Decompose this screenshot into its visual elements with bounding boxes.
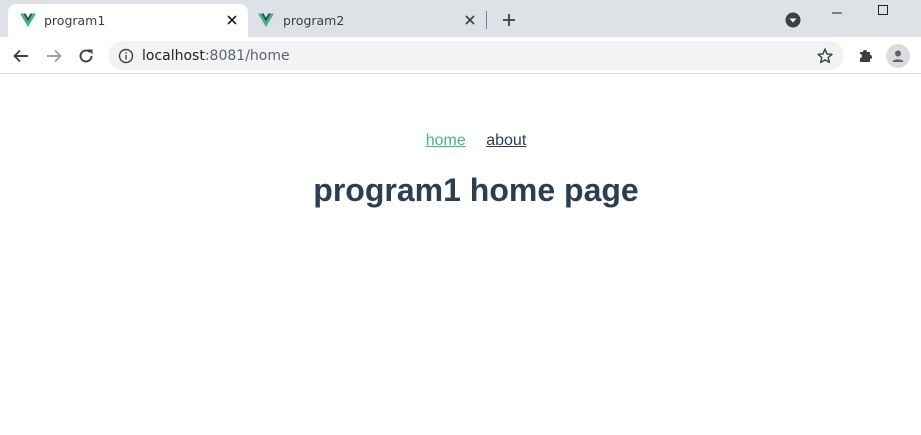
person-icon <box>892 50 904 62</box>
page-content: home about program1 home page <box>0 75 921 435</box>
url-host: localhost <box>142 48 205 64</box>
profile-avatar[interactable] <box>886 44 910 68</box>
vue-logo-icon <box>20 12 36 28</box>
page-nav: home about <box>0 132 921 150</box>
page-title: program1 home page <box>313 172 639 208</box>
minimize-icon <box>832 12 842 14</box>
tab-title: program2 <box>283 13 345 28</box>
minimize-button[interactable] <box>814 0 860 20</box>
close-tab-icon[interactable] <box>224 12 240 28</box>
maximize-button[interactable] <box>860 0 906 20</box>
extensions-puzzle-icon[interactable] <box>857 46 875 64</box>
browser-toolbar: localhost:8081/home <box>0 37 921 74</box>
info-icon[interactable] <box>118 48 134 64</box>
arrow-left-icon <box>13 49 28 63</box>
maximize-icon <box>878 5 888 15</box>
nav-link-home[interactable]: home <box>426 132 466 149</box>
url-text[interactable]: localhost:8081/home <box>142 48 290 64</box>
forward-button[interactable] <box>42 44 66 68</box>
back-button[interactable] <box>9 44 33 68</box>
plus-icon <box>503 14 515 26</box>
address-bar[interactable]: localhost:8081/home <box>108 41 844 70</box>
new-tab-button[interactable] <box>499 10 519 30</box>
reload-icon <box>79 49 93 63</box>
nav-link-about[interactable]: about <box>486 132 526 149</box>
close-tab-icon[interactable] <box>462 12 478 28</box>
tab-search-button[interactable] <box>784 11 802 29</box>
tab-title: program1 <box>44 13 106 28</box>
tab-program2[interactable]: program2 <box>248 4 488 37</box>
chevron-down-icon <box>785 12 801 28</box>
reload-button[interactable] <box>74 44 98 68</box>
tab-strip: program1 program2 <box>0 0 921 37</box>
tab-divider <box>486 11 487 29</box>
bookmark-star-icon[interactable] <box>816 47 834 65</box>
url-path: :8081/home <box>204 48 290 64</box>
vue-logo-icon <box>258 12 274 28</box>
arrow-right-icon <box>47 49 62 63</box>
tab-program1[interactable]: program1 <box>8 4 248 37</box>
